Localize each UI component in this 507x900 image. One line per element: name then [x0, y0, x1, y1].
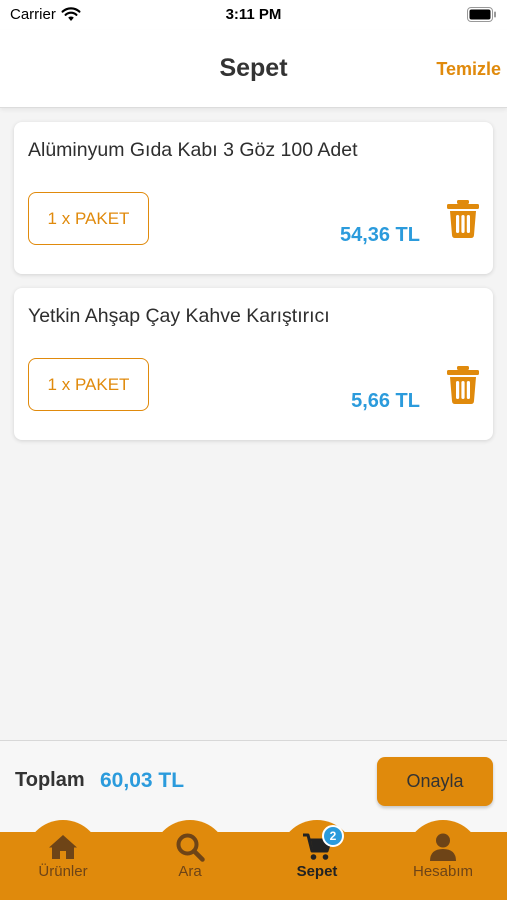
tab-account[interactable]: Hesabım [405, 820, 481, 900]
tab-cart[interactable]: 2 Sepet [279, 820, 355, 900]
clear-cart-button[interactable]: Temizle [436, 59, 501, 80]
tab-products[interactable]: Ürünler [25, 820, 101, 900]
cart-item: Yetkin Ahşap Çay Kahve Karıştırıcı 1 x P… [14, 288, 493, 440]
battery-icon [467, 7, 497, 26]
cart-list: Alüminyum Gıda Kabı 3 Göz 100 Adet 1 x P… [14, 122, 493, 454]
total-value: 60,03 TL [100, 769, 185, 792]
tab-search[interactable]: Ara [152, 820, 228, 900]
item-price: 54,36 TL [339, 224, 420, 246]
cart-count-badge: 2 [322, 825, 344, 847]
user-icon [430, 833, 456, 861]
status-bar: Carrier 3:11 PM [0, 0, 507, 30]
trash-icon[interactable] [446, 200, 480, 238]
search-icon [176, 833, 205, 862]
tab-label: Ara [178, 863, 202, 880]
page-title: Sepet [219, 54, 288, 82]
tab-label: Ürünler [38, 863, 88, 880]
home-icon [49, 835, 77, 859]
tab-label: Hesabım [412, 863, 474, 880]
trash-icon[interactable] [446, 366, 480, 404]
quantity-selector[interactable]: 1 x PAKET [28, 192, 149, 245]
quantity-selector[interactable]: 1 x PAKET [28, 358, 149, 411]
item-price: 5,66 TL [351, 390, 420, 412]
product-name: Alüminyum Gıda Kabı 3 Göz 100 Adet [28, 139, 358, 161]
confirm-button[interactable]: Onayla [377, 757, 493, 806]
clock: 3:11 PM [225, 6, 282, 23]
nav-bar: Sepet Temizle [0, 30, 507, 108]
total-label: Toplam [15, 769, 85, 791]
total-bar: Toplam 60,03 TL Onayla [0, 740, 507, 832]
tab-bar: Ürünler Ara 2 Sepet Hesabım [0, 820, 507, 900]
product-name: Yetkin Ahşap Çay Kahve Karıştırıcı [28, 305, 330, 327]
tab-label: Sepet [296, 863, 338, 880]
cart-item: Alüminyum Gıda Kabı 3 Göz 100 Adet 1 x P… [14, 122, 493, 274]
